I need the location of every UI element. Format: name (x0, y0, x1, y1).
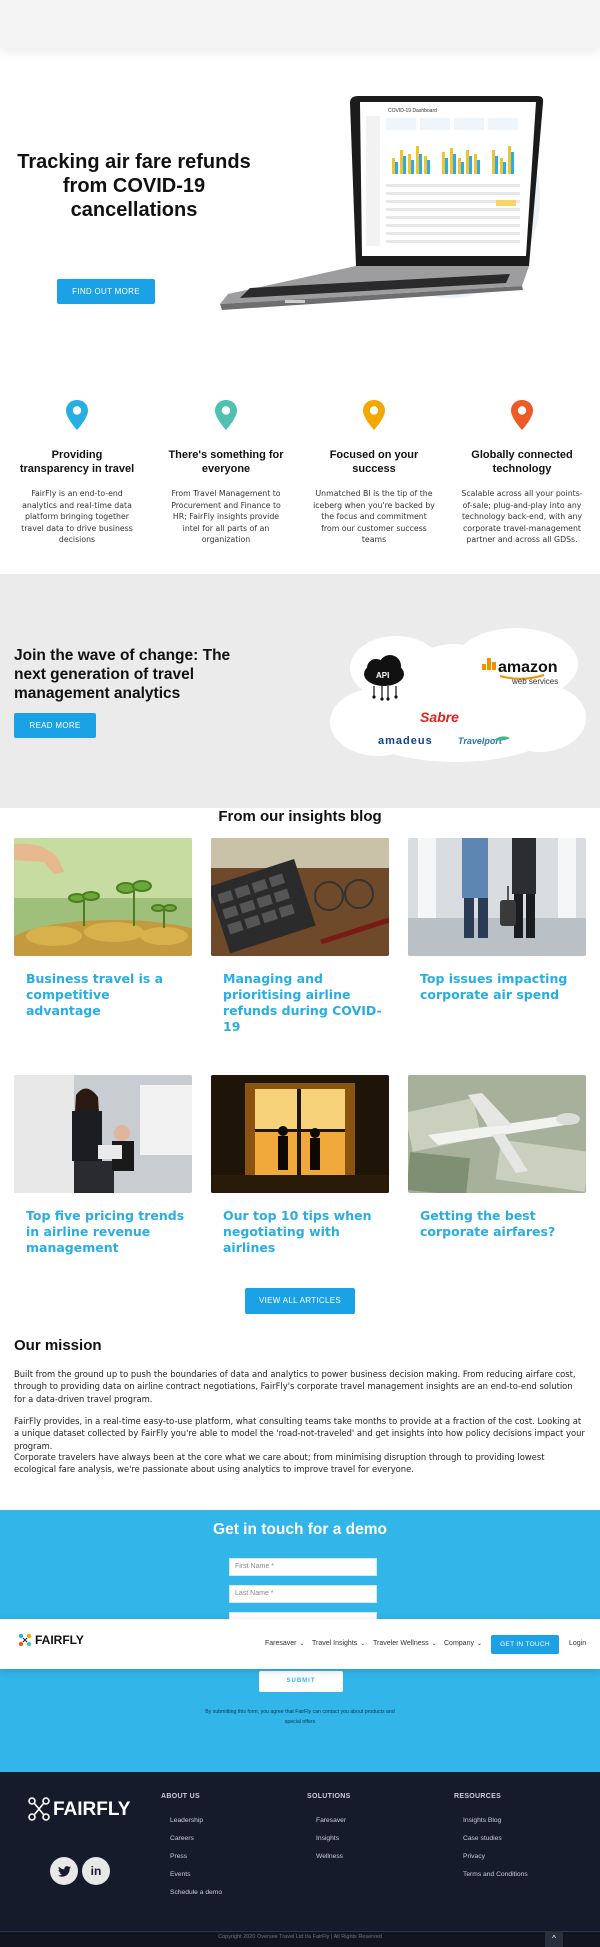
business-meeting-image (14, 1075, 192, 1193)
chevron-down-icon: ⌄ (476, 1641, 482, 1647)
svg-text:API: API (376, 671, 389, 680)
feature-text: Scalable across all your points-of-sale;… (461, 489, 583, 544)
airport-travelers-image (408, 838, 586, 956)
submit-button[interactable]: SUBMIT (259, 1671, 343, 1692)
get-in-touch-button[interactable]: GET IN TOUCH (491, 1635, 559, 1654)
blog-card-title[interactable]: Top five pricing trends in airline reven… (14, 1208, 192, 1256)
map-pin-icon (215, 400, 237, 430)
footer-link-insights[interactable]: Insights (316, 1835, 339, 1842)
nav-company[interactable]: Company ⌄ (444, 1640, 482, 1647)
map-pin-icon (363, 400, 385, 430)
footer-link-leadership[interactable]: Leadership (170, 1817, 203, 1824)
airplane-money-image (408, 1075, 586, 1193)
fairfly-logo-icon (18, 1633, 32, 1647)
blog-card-title[interactable]: Our top 10 tips when negotiating with ai… (211, 1208, 389, 1256)
footer-logo-text: FAIRFLY (53, 1799, 131, 1820)
svg-text:amazon: amazon (498, 659, 558, 676)
negotiation-silhouette-image (211, 1075, 389, 1193)
feature-transparency: Providing transparency in travel FairFly… (16, 400, 138, 546)
mission-title: Our mission (14, 1337, 102, 1354)
footer-link-terms[interactable]: Terms and Conditions (463, 1871, 528, 1878)
scroll-to-top-button[interactable]: ^ (545, 1931, 563, 1947)
sabre-logo: Sabre (420, 709, 459, 725)
twitter-icon[interactable] (50, 1857, 78, 1885)
footer-link-case-studies[interactable]: Case studies (463, 1835, 502, 1842)
feature-title: There's something for everyone (168, 449, 284, 475)
demo-title: Get in touch for a demo (213, 1521, 387, 1538)
blog-card[interactable]: Business travel is a competitive advanta… (14, 838, 192, 1019)
map-pin-icon (511, 400, 533, 430)
first-name-field[interactable]: First Name * (229, 1558, 377, 1576)
feature-text: FairFly is an end-to-end analytics and r… (21, 489, 133, 544)
footer-heading-about: ABOUT US (161, 1793, 200, 1800)
footer-link-faresaver[interactable]: Faresaver (316, 1817, 346, 1824)
svg-text:web services: web services (511, 677, 558, 686)
blog-card-title[interactable]: Managing and prioritising airline refund… (211, 971, 389, 1035)
feature-title: Globally connected technology (471, 449, 573, 475)
chevron-down-icon: ⌄ (360, 1641, 366, 1647)
footer-heading-resources: RESOURCES (454, 1793, 502, 1800)
chevron-up-icon: ^ (552, 1934, 556, 1943)
mission-paragraph: FairFly provides, in a real-time easy-to… (14, 1416, 585, 1451)
copyright-text: Copyright 2020 Oversee Travel Ltd t/a Fa… (218, 1934, 382, 1940)
footer-link-privacy[interactable]: Privacy (463, 1853, 485, 1860)
blog-card[interactable]: Managing and prioritising airline refund… (211, 838, 389, 1035)
calculator-desk-image (211, 838, 389, 956)
nav-traveler-wellness[interactable]: Traveler Wellness ⌄ (373, 1640, 437, 1647)
amadeus-logo: amadeus (378, 735, 433, 747)
blog-card-title[interactable]: Business travel is a competitive advanta… (14, 971, 192, 1019)
fairfly-logo[interactable]: FAIRFLY (17, 1632, 84, 1648)
consent-text: By submitting this form, you agree that … (205, 1709, 395, 1725)
footer-link-press[interactable]: Press (170, 1853, 187, 1860)
blog-card-title[interactable]: Getting the best corporate airfares? (408, 1208, 586, 1240)
chevron-down-icon: ⌄ (431, 1641, 437, 1647)
login-link[interactable]: Login (569, 1640, 586, 1647)
footer-link-wellness[interactable]: Wellness (316, 1853, 343, 1860)
mission-paragraph: Built from the ground up to push the bou… (14, 1369, 576, 1404)
footer-link-schedule-demo[interactable]: Schedule a demo (170, 1889, 222, 1896)
mission-paragraph: Corporate travelers have always been at … (14, 1452, 545, 1475)
feature-global: Globally connected technology Scalable a… (461, 400, 583, 546)
laptop-dashboard-image: COVID-19 Dashboard (220, 96, 544, 310)
nav-travel-insights[interactable]: Travel Insights ⌄ (312, 1640, 365, 1647)
blog-card[interactable]: Top issues impacting corporate air spend (408, 838, 586, 1003)
footer-link-careers[interactable]: Careers (170, 1835, 194, 1842)
feature-text: From Travel Management to Procurement an… (171, 489, 281, 544)
footer-link-insights-blog[interactable]: Insights Blog (463, 1817, 501, 1824)
feature-title: Providing transparency in travel (19, 449, 135, 475)
view-all-articles-button[interactable]: VIEW ALL ARTICLES (245, 1288, 355, 1314)
footer-link-events[interactable]: Events (170, 1871, 190, 1878)
last-name-field[interactable]: Last Name * (229, 1585, 377, 1603)
dashboard-title: COVID-19 Dashboard (388, 108, 437, 114)
coins-plants-image (14, 838, 192, 956)
feature-everyone: There's something for everyone From Trav… (165, 400, 287, 546)
partners-cloud-graphic: API amazon web services Sabre amadeus Tr… (330, 628, 586, 762)
blog-card[interactable]: Top five pricing trends in airline reven… (14, 1075, 192, 1256)
feature-text: Unmatched BI is the tip of the iceberg w… (313, 489, 435, 544)
nav-faresaver[interactable]: Faresaver ⌄ (265, 1640, 305, 1647)
linkedin-icon[interactable]: in (82, 1857, 110, 1885)
feature-title: Focused on your success (329, 449, 419, 475)
feature-success: Focused on your success Unmatched BI is … (313, 400, 435, 546)
blog-card[interactable]: Our top 10 tips when negotiating with ai… (211, 1075, 389, 1256)
map-pin-icon (66, 400, 88, 430)
footer-heading-solutions: SOLUTIONS (307, 1793, 351, 1800)
wave-title: Join the wave of change: The next genera… (14, 647, 231, 702)
read-more-button[interactable]: READ MORE (14, 713, 96, 738)
travelport-logo: Travelport (458, 736, 503, 746)
chevron-down-icon: ⌄ (299, 1641, 305, 1647)
blog-heading: From our insights blog (218, 808, 382, 825)
find-out-more-button[interactable]: FIND OUT MORE (57, 279, 155, 304)
blog-card[interactable]: Getting the best corporate airfares? (408, 1075, 586, 1240)
footer-logo[interactable]: FAIRFLY (26, 1795, 130, 1825)
blog-card-title[interactable]: Top issues impacting corporate air spend (408, 971, 586, 1003)
fairfly-logo-icon (28, 1797, 50, 1821)
top-header-bar (0, 0, 600, 48)
fairfly-logo-text: FAIRFLY (35, 1633, 84, 1647)
